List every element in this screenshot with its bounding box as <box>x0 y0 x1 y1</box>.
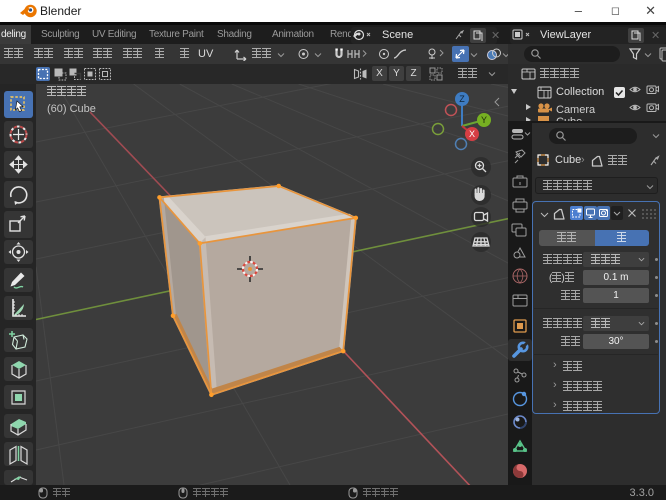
svg-text:Y: Y <box>481 115 487 125</box>
svg-text:X: X <box>469 129 475 139</box>
svg-text:Z: Z <box>459 94 465 104</box>
